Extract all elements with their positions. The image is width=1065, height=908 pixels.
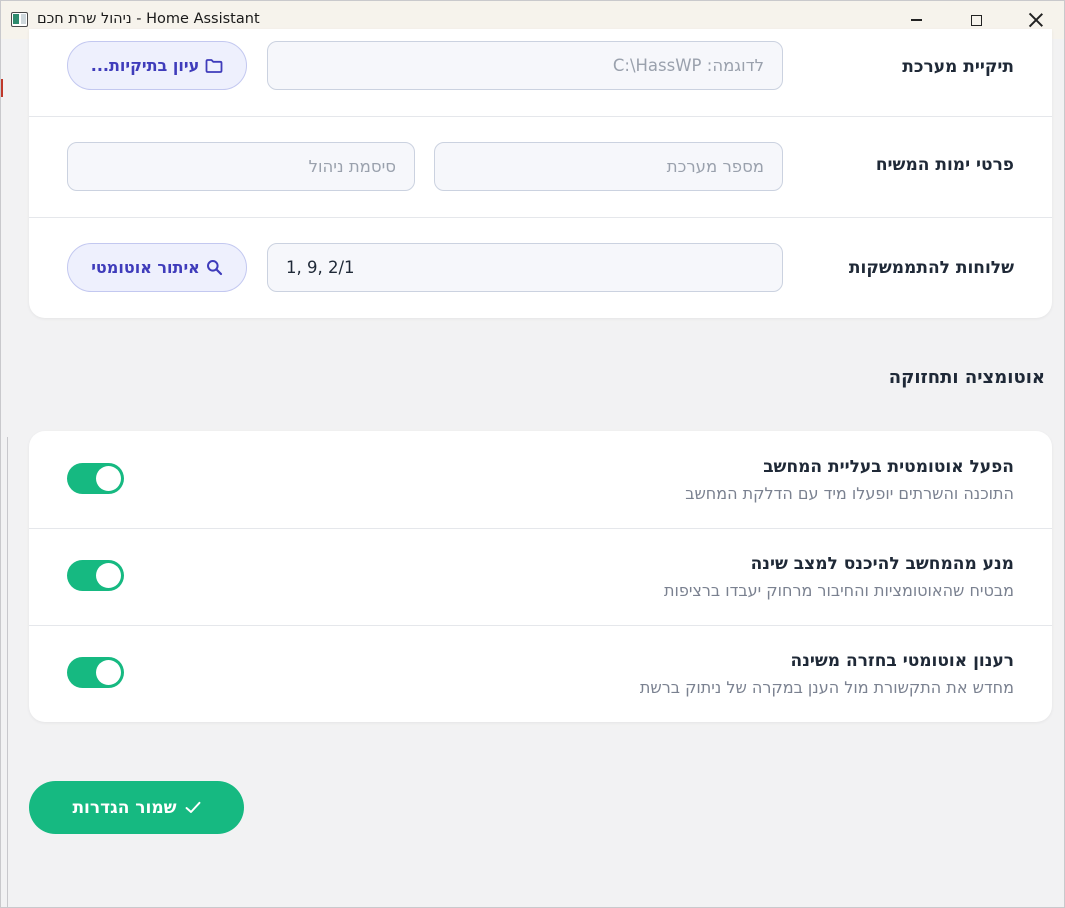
save-settings-label: שמור הגדרות [72,797,177,818]
search-icon [206,260,222,276]
automation-item-title: רענון אוטומטי בחזרה משינה [790,651,1014,671]
extensions-label: שלוחות להתממשקות [848,258,1014,278]
credentials-label: פרטי ימות המשיח [875,155,1014,175]
toggle-knob [96,466,121,491]
system-number-input[interactable]: מספר מערכת [434,142,783,191]
system-folder-label: תיקיית מערכת [902,57,1014,77]
automation-item-title: מנע מהמחשב להיכנס למצב שינה [750,554,1014,574]
app-icon [11,12,28,27]
maximize-icon [970,14,982,26]
admin-password-input[interactable]: סיסמת ניהול [67,142,415,191]
auto-detect-label: איתור אוטומטי [91,258,200,277]
window-title: ניהול שרת חכם - Home Assistant [37,11,260,27]
system-folder-row: תיקיית מערכת לדוגמה: C:\HassWP עיון בתיק… [29,29,1052,116]
toggle-knob [96,660,121,685]
browse-folders-button[interactable]: עיון בתיקיות... [67,41,247,90]
autostart-toggle[interactable] [67,463,124,494]
automation-card: הפעל אוטומטית בעליית המחשב התוכנה והשרתי… [29,431,1052,722]
automation-item: הפעל אוטומטית בעליית המחשב התוכנה והשרתי… [29,431,1052,528]
browse-folders-label: עיון בתיקיות... [90,56,200,75]
save-settings-button[interactable]: שמור הגדרות [29,781,244,834]
system-folder-input[interactable]: לדוגמה: C:\HassWP [267,41,783,90]
automation-item-description: התוכנה והשרתים יופעלו מיד עם הדלקת המחשב [685,484,1014,503]
automation-item-title: הפעל אוטומטית בעליית המחשב [763,457,1014,477]
automation-item-description: מחדש את התקשורת מול הענן במקרה של ניתוק … [639,678,1014,697]
automation-section-title: אוטומציה ותחזוקה [888,367,1045,388]
credentials-row: פרטי ימות המשיח מספר מערכת סיסמת ניהול [29,117,1052,218]
minimize-icon [910,19,922,21]
folder-icon [205,58,223,73]
automation-item-description: מבטיח שהאוטומציות והחיבור מרחוק יעבדו בר… [663,581,1014,600]
scrollbar-track[interactable] [7,437,8,907]
automation-item: מנע מהמחשב להיכנס למצב שינה מבטיח שהאוטו… [29,528,1052,625]
wake-refresh-toggle[interactable] [67,657,124,688]
toggle-knob [96,563,121,588]
system-settings-card: תיקיית מערכת לדוגמה: C:\HassWP עיון בתיק… [29,29,1052,318]
auto-detect-button[interactable]: איתור אוטומטי [67,243,247,292]
check-icon [185,801,201,813]
close-icon [1029,13,1043,27]
prevent-sleep-toggle[interactable] [67,560,124,591]
extensions-input[interactable]: 1, 9, 2/1 [267,243,783,292]
automation-item: רענון אוטומטי בחזרה משינה מחדש את התקשור… [29,625,1052,722]
app-window: ניהול שרת חכם - Home Assistant תיקיית מע… [0,0,1065,908]
extensions-row: שלוחות להתממשקות 1, 9, 2/1 איתור אוטומטי [29,218,1052,318]
left-edge-accent [1,79,3,97]
